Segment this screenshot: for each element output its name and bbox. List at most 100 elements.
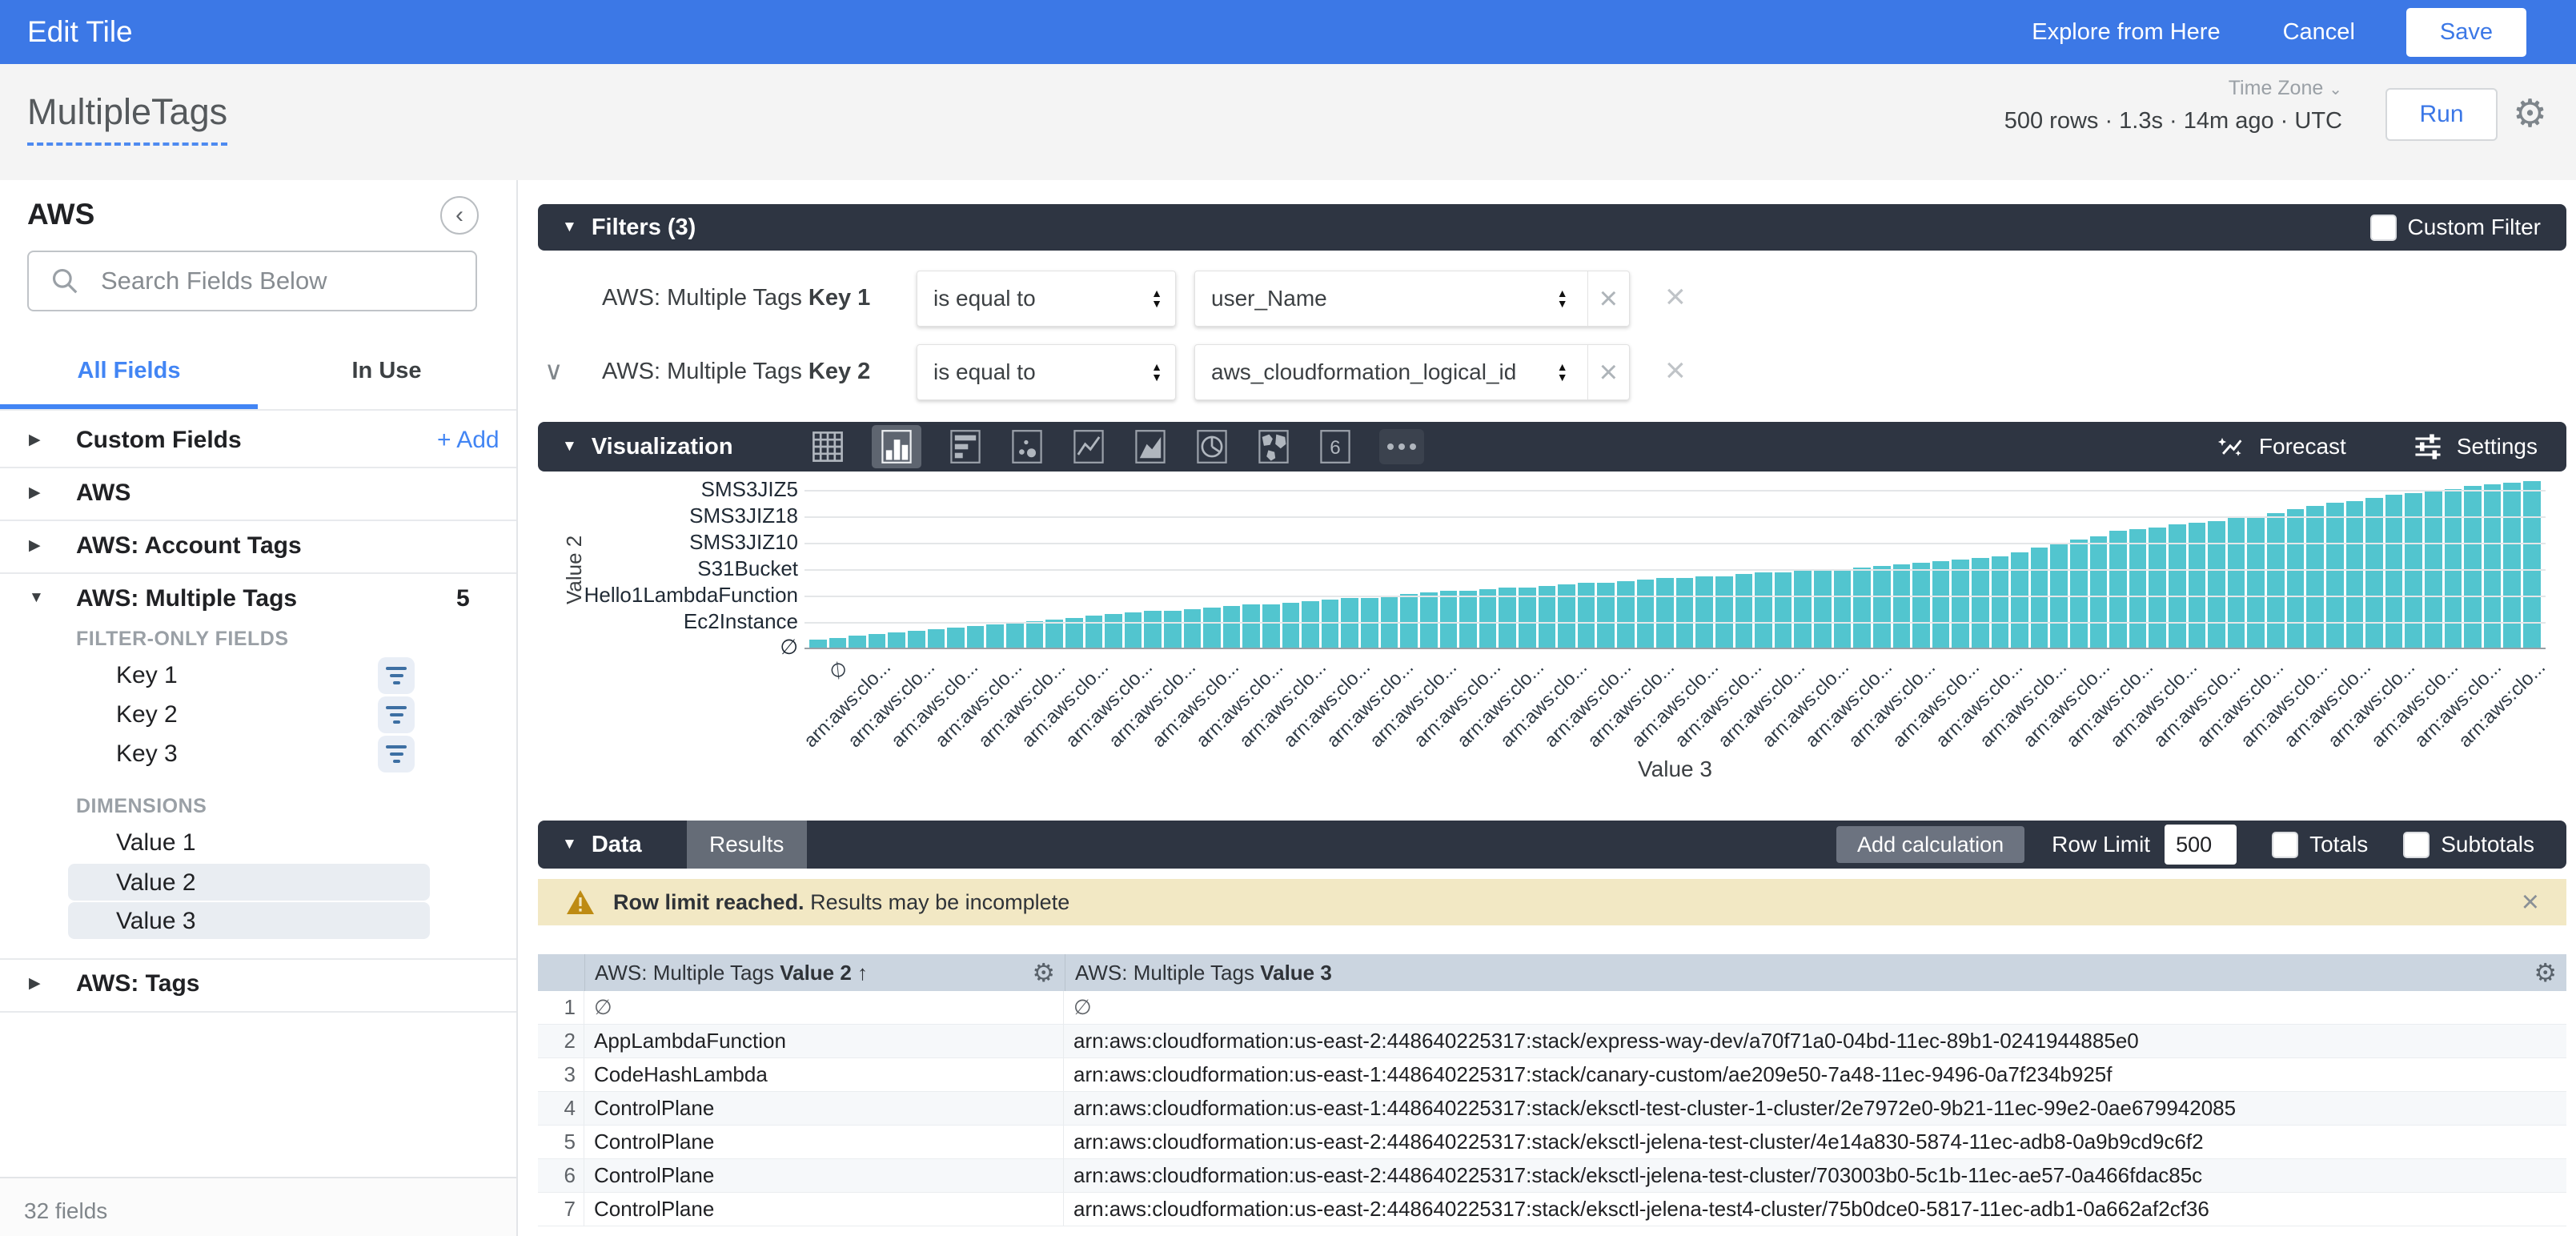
value-2-cell[interactable]: CodeHashLambda <box>584 1058 1064 1091</box>
sidebar-group-custom-fields[interactable]: Custom Fields <box>76 427 242 454</box>
chart-bar[interactable] <box>1144 611 1162 648</box>
chart-type-bar-icon[interactable] <box>948 427 983 466</box>
collapse-sidebar-button[interactable]: ‹ <box>440 196 479 235</box>
chart-bar[interactable] <box>1006 623 1024 648</box>
chart-bar[interactable] <box>1282 603 1300 648</box>
save-button[interactable]: Save <box>2406 8 2526 57</box>
table-row[interactable]: 6ControlPlanearn:aws:cloudformation:us-e… <box>538 1159 2566 1193</box>
chart-bar[interactable] <box>908 631 925 648</box>
chart-bar[interactable] <box>2346 501 2364 648</box>
chart-bar[interactable] <box>1972 558 1989 648</box>
chart-bar[interactable] <box>2306 506 2324 648</box>
chart-type-single-value-icon[interactable]: 6 <box>1318 427 1353 466</box>
chart-bar[interactable] <box>1578 583 1595 648</box>
chart-bar[interactable] <box>2149 528 2166 648</box>
chart-type-scatter-icon[interactable] <box>1009 427 1045 466</box>
custom-filter-checkbox[interactable] <box>2370 215 2397 241</box>
column-header-value-2[interactable]: AWS: Multiple Tags Value 2 ↑ ⚙ <box>585 954 1065 991</box>
value-2-cell[interactable]: ∅ <box>584 991 1064 1024</box>
chart-bar[interactable] <box>2247 516 2265 648</box>
chart-bar[interactable] <box>1203 608 1221 648</box>
chart-bar[interactable] <box>1026 621 1044 648</box>
totals-checkbox[interactable] <box>2272 832 2298 858</box>
chevron-down-icon[interactable]: ∨ <box>544 355 563 386</box>
table-row[interactable]: 7ControlPlanearn:aws:cloudformation:us-e… <box>538 1193 2566 1226</box>
chart-bar[interactable] <box>1834 569 1852 648</box>
results-tab[interactable]: Results <box>687 821 807 869</box>
chart-bar[interactable] <box>1676 578 1694 648</box>
chart-bar[interactable] <box>1105 614 1122 648</box>
chart-bar[interactable] <box>1932 561 1950 648</box>
chart-bar[interactable] <box>2031 548 2048 648</box>
caret-down-icon[interactable]: ▼ <box>562 438 577 455</box>
chart-bar[interactable] <box>1223 606 1241 648</box>
tab-in-use[interactable]: In Use <box>258 358 516 384</box>
gear-icon[interactable]: ⚙ <box>2513 91 2547 136</box>
chart-bar[interactable] <box>1184 609 1202 648</box>
chart-bar[interactable] <box>1695 576 1713 648</box>
chart-bar[interactable] <box>1479 589 1497 648</box>
table-row[interactable]: 4ControlPlanearn:aws:cloudformation:us-e… <box>538 1092 2566 1126</box>
chart-bar[interactable] <box>2129 529 2147 648</box>
sidebar-group-multiple-tags[interactable]: AWS: Multiple Tags <box>76 585 297 612</box>
chart-bar[interactable] <box>1262 604 1280 648</box>
chart-bar[interactable] <box>2189 523 2206 648</box>
chart-bar[interactable] <box>1873 566 1891 648</box>
add-custom-field-button[interactable]: + Add <box>437 427 500 454</box>
chart-bar[interactable] <box>1775 572 1792 648</box>
sidebar-group-aws[interactable]: AWS <box>76 480 130 507</box>
run-button[interactable]: Run <box>2385 88 2498 141</box>
caret-right-icon[interactable]: ▶ <box>29 431 41 449</box>
field-value-3[interactable]: Value 3 <box>116 908 196 935</box>
chart-bar[interactable] <box>1459 591 1477 648</box>
chart-bar[interactable] <box>1322 600 1339 648</box>
chart-bar[interactable] <box>2326 503 2344 648</box>
filter-icon[interactable] <box>378 657 415 694</box>
chart-bar[interactable] <box>2070 540 2088 648</box>
value-3-cell[interactable]: ∅ <box>1064 991 2566 1024</box>
value-3-cell[interactable]: arn:aws:cloudformation:us-east-2:4486402… <box>1064 1159 2566 1192</box>
caret-down-icon[interactable]: ▼ <box>562 836 577 853</box>
caret-right-icon[interactable]: ▶ <box>29 536 41 555</box>
chart-type-area-icon[interactable] <box>1133 427 1168 466</box>
cancel-button[interactable]: Cancel <box>2283 19 2355 46</box>
value-2-cell[interactable]: ControlPlane <box>584 1159 1064 1192</box>
chart-bar[interactable] <box>829 638 847 648</box>
table-row[interactable]: 2AppLambdaFunctionarn:aws:cloudformation… <box>538 1025 2566 1058</box>
chart-bar[interactable] <box>1912 563 1930 648</box>
chart-bar[interactable] <box>1558 584 1575 648</box>
value-3-cell[interactable]: arn:aws:cloudformation:us-east-2:4486402… <box>1064 1025 2566 1057</box>
add-calculation-button[interactable]: Add calculation <box>1836 826 2024 863</box>
field-search-input[interactable] <box>99 266 439 296</box>
chart-bar[interactable] <box>1755 572 1772 648</box>
field-value-2[interactable]: Value 2 <box>116 869 196 897</box>
field-value-1[interactable]: Value 1 <box>116 829 196 857</box>
value-2-cell[interactable]: ControlPlane <box>584 1092 1064 1125</box>
chart-bar[interactable] <box>809 640 827 648</box>
caret-right-icon[interactable]: ▶ <box>29 974 41 993</box>
filter-icon[interactable] <box>378 736 415 772</box>
filter-icon[interactable] <box>378 696 415 733</box>
clear-value-icon[interactable]: × <box>1588 355 1629 391</box>
gear-icon[interactable]: ⚙ <box>1032 957 1055 988</box>
chart-bar[interactable] <box>1597 583 1615 648</box>
chart-bar[interactable] <box>1045 620 1063 648</box>
gear-icon[interactable]: ⚙ <box>2534 957 2557 988</box>
value-2-cell[interactable]: ControlPlane <box>584 1126 1064 1158</box>
filter-operator-select[interactable]: is equal to ▲▼ <box>917 344 1176 400</box>
filter-operator-select[interactable]: is equal to ▲▼ <box>917 271 1176 327</box>
chart-bar[interactable] <box>1420 592 1438 648</box>
table-row[interactable]: 5ControlPlanearn:aws:cloudformation:us-e… <box>538 1126 2566 1159</box>
chart-bar[interactable] <box>1637 580 1655 648</box>
forecast-button[interactable]: Forecast <box>2214 431 2346 463</box>
chart-bar[interactable] <box>1794 571 1812 648</box>
chart-bar[interactable] <box>967 626 985 648</box>
field-key-1[interactable]: Key 1 <box>116 662 178 689</box>
chart-bar[interactable] <box>1302 601 1319 648</box>
timezone-dropdown[interactable]: Time Zone ⌄ <box>2004 77 2342 100</box>
row-limit-input[interactable] <box>2165 825 2237 865</box>
chart-bar[interactable] <box>2445 489 2462 648</box>
subtotals-checkbox[interactable] <box>2403 832 2430 858</box>
chart-bar[interactable] <box>1125 612 1142 648</box>
chart-bar[interactable] <box>986 624 1004 648</box>
